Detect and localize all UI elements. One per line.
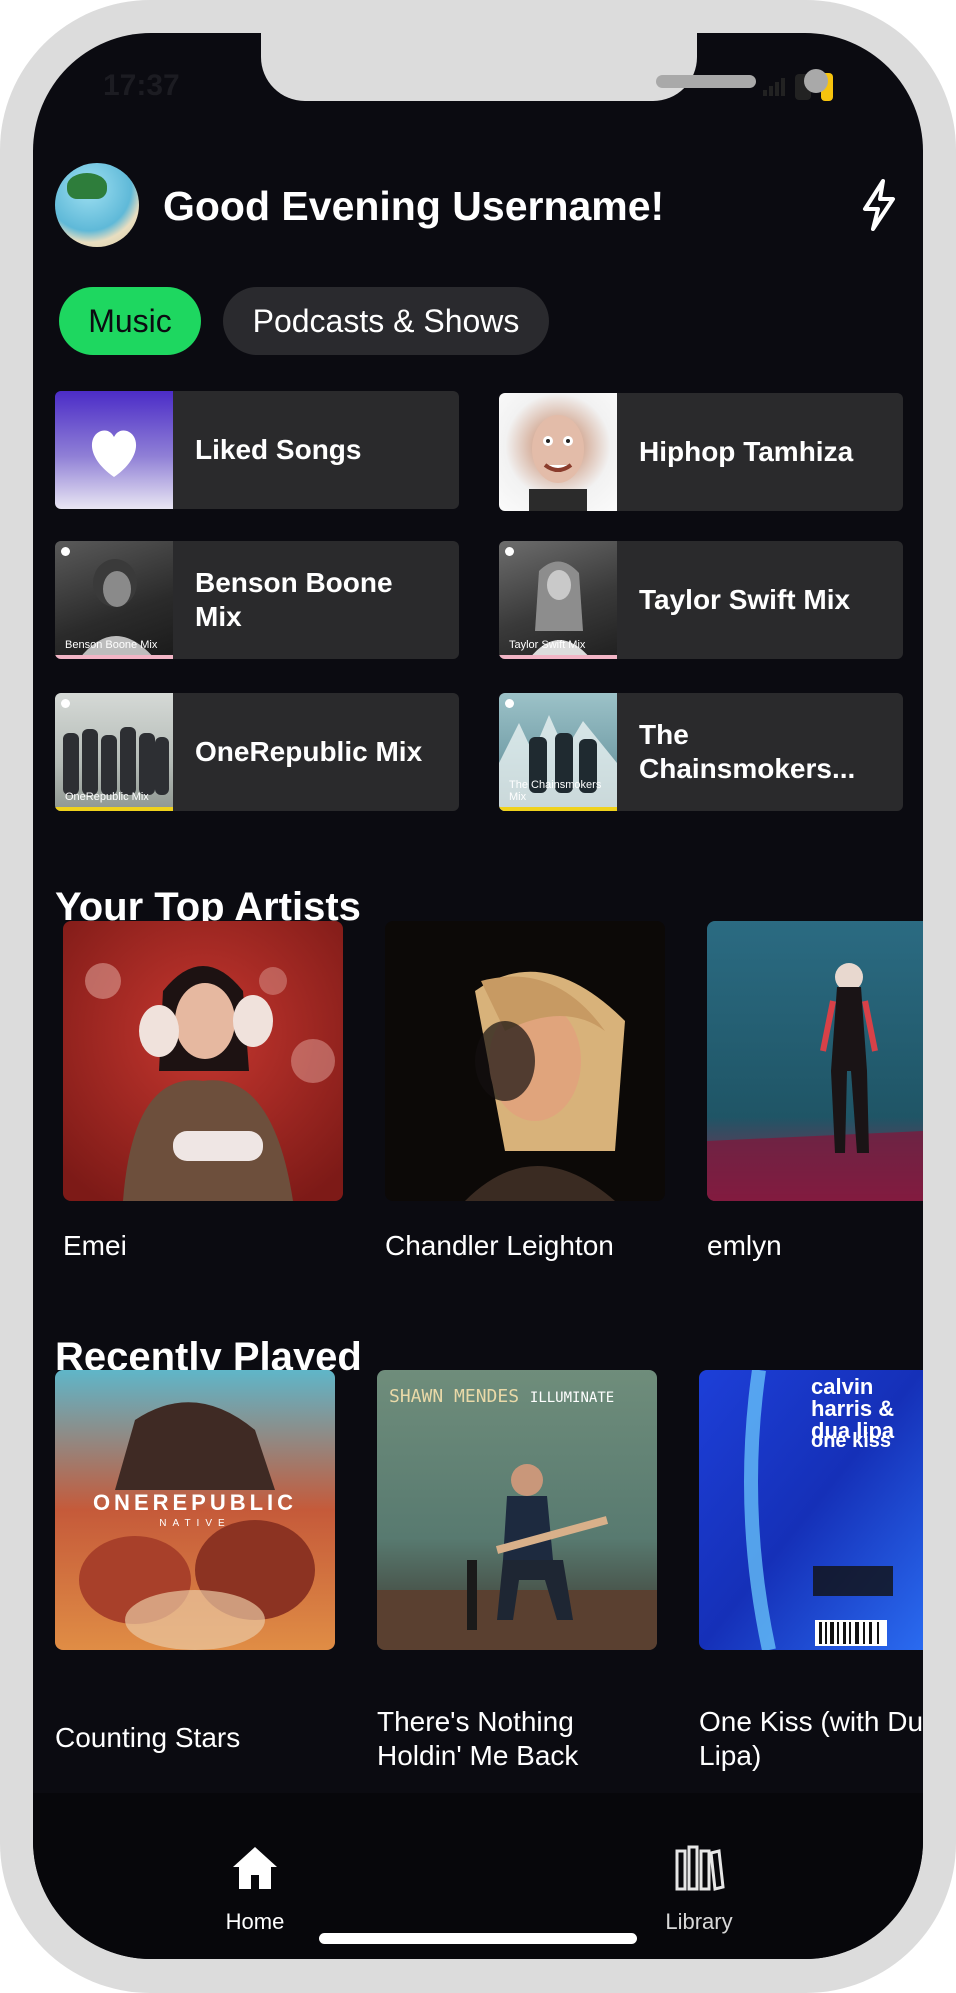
album-cover [377,1370,657,1650]
speaker [656,75,756,88]
shortcut-onerepublic-mix[interactable]: OneRepublic Mix OneRepublic Mix [55,693,459,811]
artist-name: Chandler Leighton [385,1230,614,1261]
album-cover-subtext: one kiss [811,1430,892,1452]
filter-chip-music[interactable]: Music [59,287,201,355]
artist-photo [385,921,665,1201]
library-icon [675,1845,725,1891]
shortcut-title: The Chainsmokers... [639,719,856,784]
chainsmokers-art: The Chainsmokers Mix [499,693,617,811]
benson-boone-art: Benson Boone Mix [55,541,173,659]
art-label: Benson Boone Mix [65,639,158,651]
album-cover-text: SHAWN MENDES [389,1386,520,1407]
camera [804,69,828,93]
artist-name: Emei [63,1230,127,1261]
album-card-one-kiss[interactable]: calvin harris & dua lipa one kiss [699,1370,923,1650]
onerepublic-art: OneRepublic Mix [55,693,173,811]
artist-photo [707,921,923,1201]
album-cover-subtext: ILLUMINATE [529,1390,615,1406]
art-label: OneRepublic Mix [65,791,149,803]
shortcut-title: Taylor Swift Mix [639,584,851,615]
filter-chip-podcasts[interactable]: Podcasts & Shows [223,287,549,355]
tab-home-label: Home [225,1909,285,1934]
art-label: Taylor Swift Mix [509,639,586,651]
shortcut-title: Benson Boone Mix [195,567,393,632]
shortcut-title: OneRepublic Mix [195,736,423,767]
home-icon [233,1847,277,1889]
album-card-theres-nothing-holdin-me-back[interactable]: SHAWN MENDES ILLUMINATE [377,1370,657,1650]
shortcut-chainsmokers-mix[interactable]: The Chainsmokers Mix The Chainsmokers... [499,693,903,811]
shortcut-benson-boone-mix[interactable]: Benson Boone Mix Benson Boone Mix [55,541,459,659]
page-title: Good Evening Username! [163,183,665,229]
notch [261,33,828,101]
shortcut-title: Liked Songs [195,434,362,465]
track-title: Counting Stars [55,1722,241,1753]
avatar[interactable] [55,163,139,247]
hiphop-art [499,393,617,511]
album-cover-subtext: NATIVE [159,1518,231,1529]
album-cover-text: ONEREPUBLIC [92,1490,298,1515]
track-title: One Kiss (with Dua Lipa) [699,1706,923,1771]
signal-icon [763,78,785,96]
lightning-icon[interactable] [859,179,899,231]
app-screen: 17:37 Good Evening Username! Music Podca… [33,33,923,1959]
artist-name: emlyn [707,1230,782,1261]
artist-card-emlyn[interactable] [707,921,923,1201]
heart-icon [91,430,137,477]
album-card-counting-stars[interactable]: ONEREPUBLIC NATIVE [55,1370,335,1650]
shortcut-hiphop-tamhiza[interactable]: Hiphop Tamhiza [499,393,903,511]
tab-library[interactable]: Library [599,1793,799,1935]
shortcut-taylor-swift-mix[interactable]: Taylor Swift Mix Taylor Swift Mix [499,541,903,659]
artist-card-emei[interactable] [63,921,343,1201]
artist-card-chandler-leighton[interactable] [385,921,665,1201]
home-indicator [319,1933,637,1944]
art-label: The Chainsmokers Mix [509,779,602,803]
phone-frame: 17:37 Good Evening Username! Music Podca… [0,0,956,1993]
status-time: 17:37 [103,69,180,102]
artist-photo [63,921,343,1201]
tab-library-label: Library [665,1909,733,1934]
track-title: There's Nothing Holdin' Me Back [377,1706,579,1771]
shortcut-title: Hiphop Tamhiza [639,436,854,467]
shortcut-liked-songs[interactable]: Liked Songs [55,391,459,509]
taylor-swift-art: Taylor Swift Mix [499,541,617,659]
liked-songs-art [55,391,173,509]
tab-home[interactable]: Home [155,1793,355,1935]
